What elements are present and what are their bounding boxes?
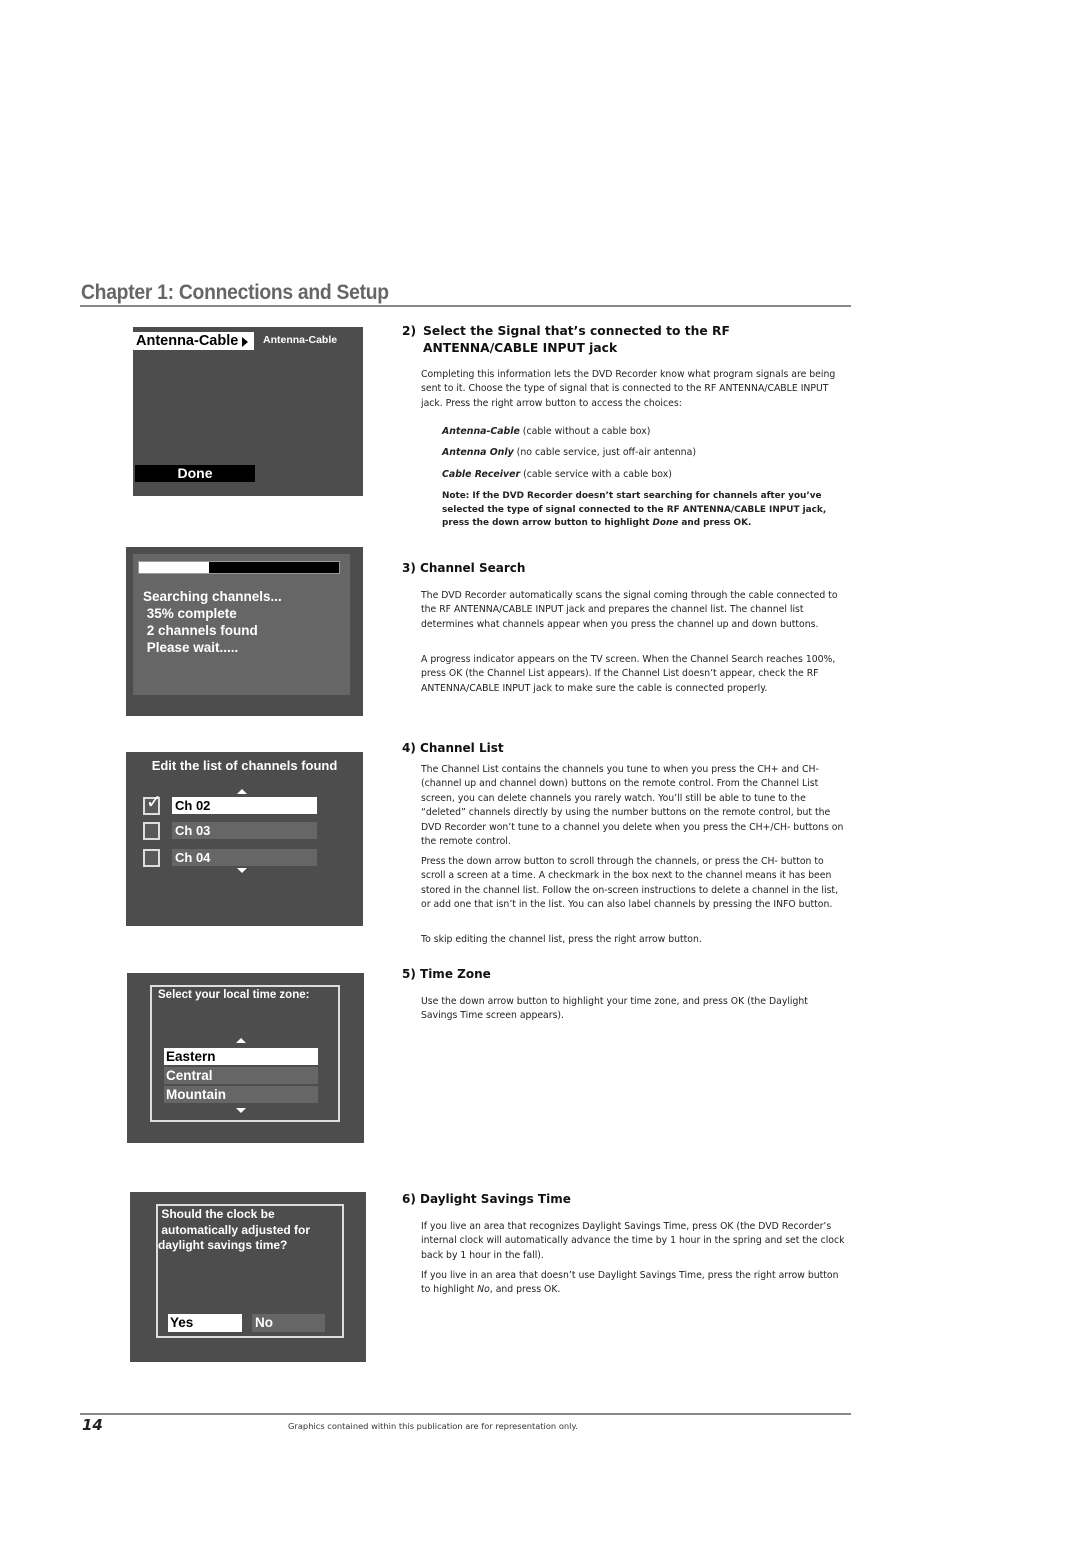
daylight-savings-frame: Should the clock be automatically adjust… <box>156 1204 344 1338</box>
channel-checkbox[interactable] <box>143 849 160 867</box>
section-3-heading: 3) Channel Search <box>402 561 526 575</box>
section-2-note: Note: If the DVD Recorder doesn’t start … <box>442 490 852 531</box>
note-text: Note: If the DVD Recorder doesn’t start … <box>442 491 827 529</box>
section-4-heading: 4) Channel List <box>402 741 504 755</box>
section-3-paragraph: A progress indicator appears on the TV s… <box>421 654 836 694</box>
channel-checkbox[interactable]: ✓ <box>143 793 162 815</box>
search-status-line: Searching channels... <box>143 589 282 604</box>
daylight-savings-question: Should the clock be automatically adjust… <box>158 1207 311 1252</box>
time-zone-screen: Select your local time zone: Eastern Cen… <box>127 973 364 1143</box>
scroll-down-icon[interactable] <box>237 868 247 873</box>
signal-choice-name: Antenna Only <box>442 447 514 458</box>
signal-type-selector[interactable]: Antenna-Cable <box>133 332 254 350</box>
footer-disclaimer: Graphics contained within this publicati… <box>288 1421 578 1431</box>
channel-label[interactable]: Ch 04 <box>172 849 317 866</box>
channel-search-panel: Searching channels... 35% complete 2 cha… <box>133 554 350 695</box>
done-button[interactable]: Done <box>135 465 255 482</box>
signal-type-screen: Antenna-Cable Antenna-Cable Done <box>133 327 363 496</box>
channel-label[interactable]: Ch 02 <box>172 797 317 814</box>
section-2-number: 2) <box>402 324 417 338</box>
section-4-paragraph: The Channel List contains the channels y… <box>421 764 844 848</box>
signal-type-label: Antenna-Cable <box>136 333 239 349</box>
signal-choice-desc: (no cable service, just off-air antenna) <box>513 447 696 458</box>
daylight-savings-screen: Should the clock be automatically adjust… <box>130 1192 366 1362</box>
header-divider <box>80 305 851 307</box>
time-zone-option-mountain[interactable]: Mountain <box>164 1086 318 1103</box>
search-progress-bar <box>138 561 340 574</box>
chapter-title: Chapter 1: Connections and Setup <box>81 281 389 304</box>
signal-choice-name: Cable Receiver <box>442 469 521 480</box>
scroll-up-icon[interactable] <box>236 1038 246 1043</box>
section-4-paragraph: Press the down arrow button to scroll th… <box>421 856 839 911</box>
signal-choice-desc: (cable without a cable box) <box>519 426 651 437</box>
page-number: 14 <box>82 1416 103 1434</box>
note-emphasis: Done <box>652 518 679 529</box>
time-zone-frame: Select your local time zone: Eastern Cen… <box>150 985 340 1122</box>
yes-button[interactable]: Yes <box>168 1314 242 1332</box>
channel-search-screen: Searching channels... 35% complete 2 cha… <box>126 547 363 716</box>
search-percent-line: 35% complete <box>143 606 237 621</box>
paragraph-emphasis: No <box>477 1284 490 1296</box>
search-progress-fill <box>139 562 209 573</box>
channel-list-title: Edit the list of channels found <box>151 758 338 773</box>
checkmark-icon: ✓ <box>146 792 162 813</box>
signal-choice: Cable Receiver (cable service with a cab… <box>442 469 672 480</box>
section-2-title-line2: ANTENNA/CABLE INPUT jack <box>423 341 618 355</box>
footer-divider <box>80 1413 851 1415</box>
paragraph-text-end: , and press OK. <box>489 1284 561 1296</box>
time-zone-option-eastern[interactable]: Eastern <box>164 1048 318 1065</box>
section-5-paragraph: Use the down arrow button to highlight y… <box>421 996 808 1022</box>
search-wait-line: Please wait..... <box>143 640 239 655</box>
right-arrow-icon <box>242 337 248 347</box>
section-6-paragraph: If you live an area that recognizes Dayl… <box>421 1221 845 1261</box>
scroll-up-icon[interactable] <box>237 789 247 794</box>
section-6-paragraph: If you live in an area that doesn’t use … <box>421 1269 846 1298</box>
section-2-heading: 2) Select the Signal that’s connected to… <box>402 323 730 355</box>
signal-choice: Antenna-Cable (cable without a cable box… <box>442 426 650 437</box>
no-button[interactable]: No <box>252 1314 325 1332</box>
signal-choice-desc: (cable service with a cable box) <box>520 469 672 480</box>
scroll-down-icon[interactable] <box>236 1108 246 1113</box>
section-4-paragraph: To skip editing the channel list, press … <box>421 934 702 945</box>
search-found-line: 2 channels found <box>143 623 258 638</box>
signal-choice-name: Antenna-Cable <box>442 426 520 437</box>
channel-list-screen: Edit the list of channels found ✓ Ch 02 … <box>126 752 363 926</box>
section-6-heading: 6) Daylight Savings Time <box>402 1192 571 1206</box>
section-3-paragraph: The DVD Recorder automatically scans the… <box>421 590 838 630</box>
channel-checkbox[interactable] <box>143 822 160 840</box>
note-text-end: and press OK. <box>678 518 752 529</box>
time-zone-title: Select your local time zone: <box>158 989 310 1001</box>
time-zone-option-central[interactable]: Central <box>164 1067 318 1084</box>
section-2-title-line1: Select the Signal that’s connected to th… <box>423 324 730 338</box>
section-5-heading: 5) Time Zone <box>402 967 491 981</box>
channel-label[interactable]: Ch 03 <box>172 822 317 839</box>
section-2-body: Completing this information lets the DVD… <box>421 369 836 409</box>
signal-type-value: Antenna-Cable <box>263 334 338 346</box>
signal-choice: Antenna Only (no cable service, just off… <box>442 447 696 458</box>
